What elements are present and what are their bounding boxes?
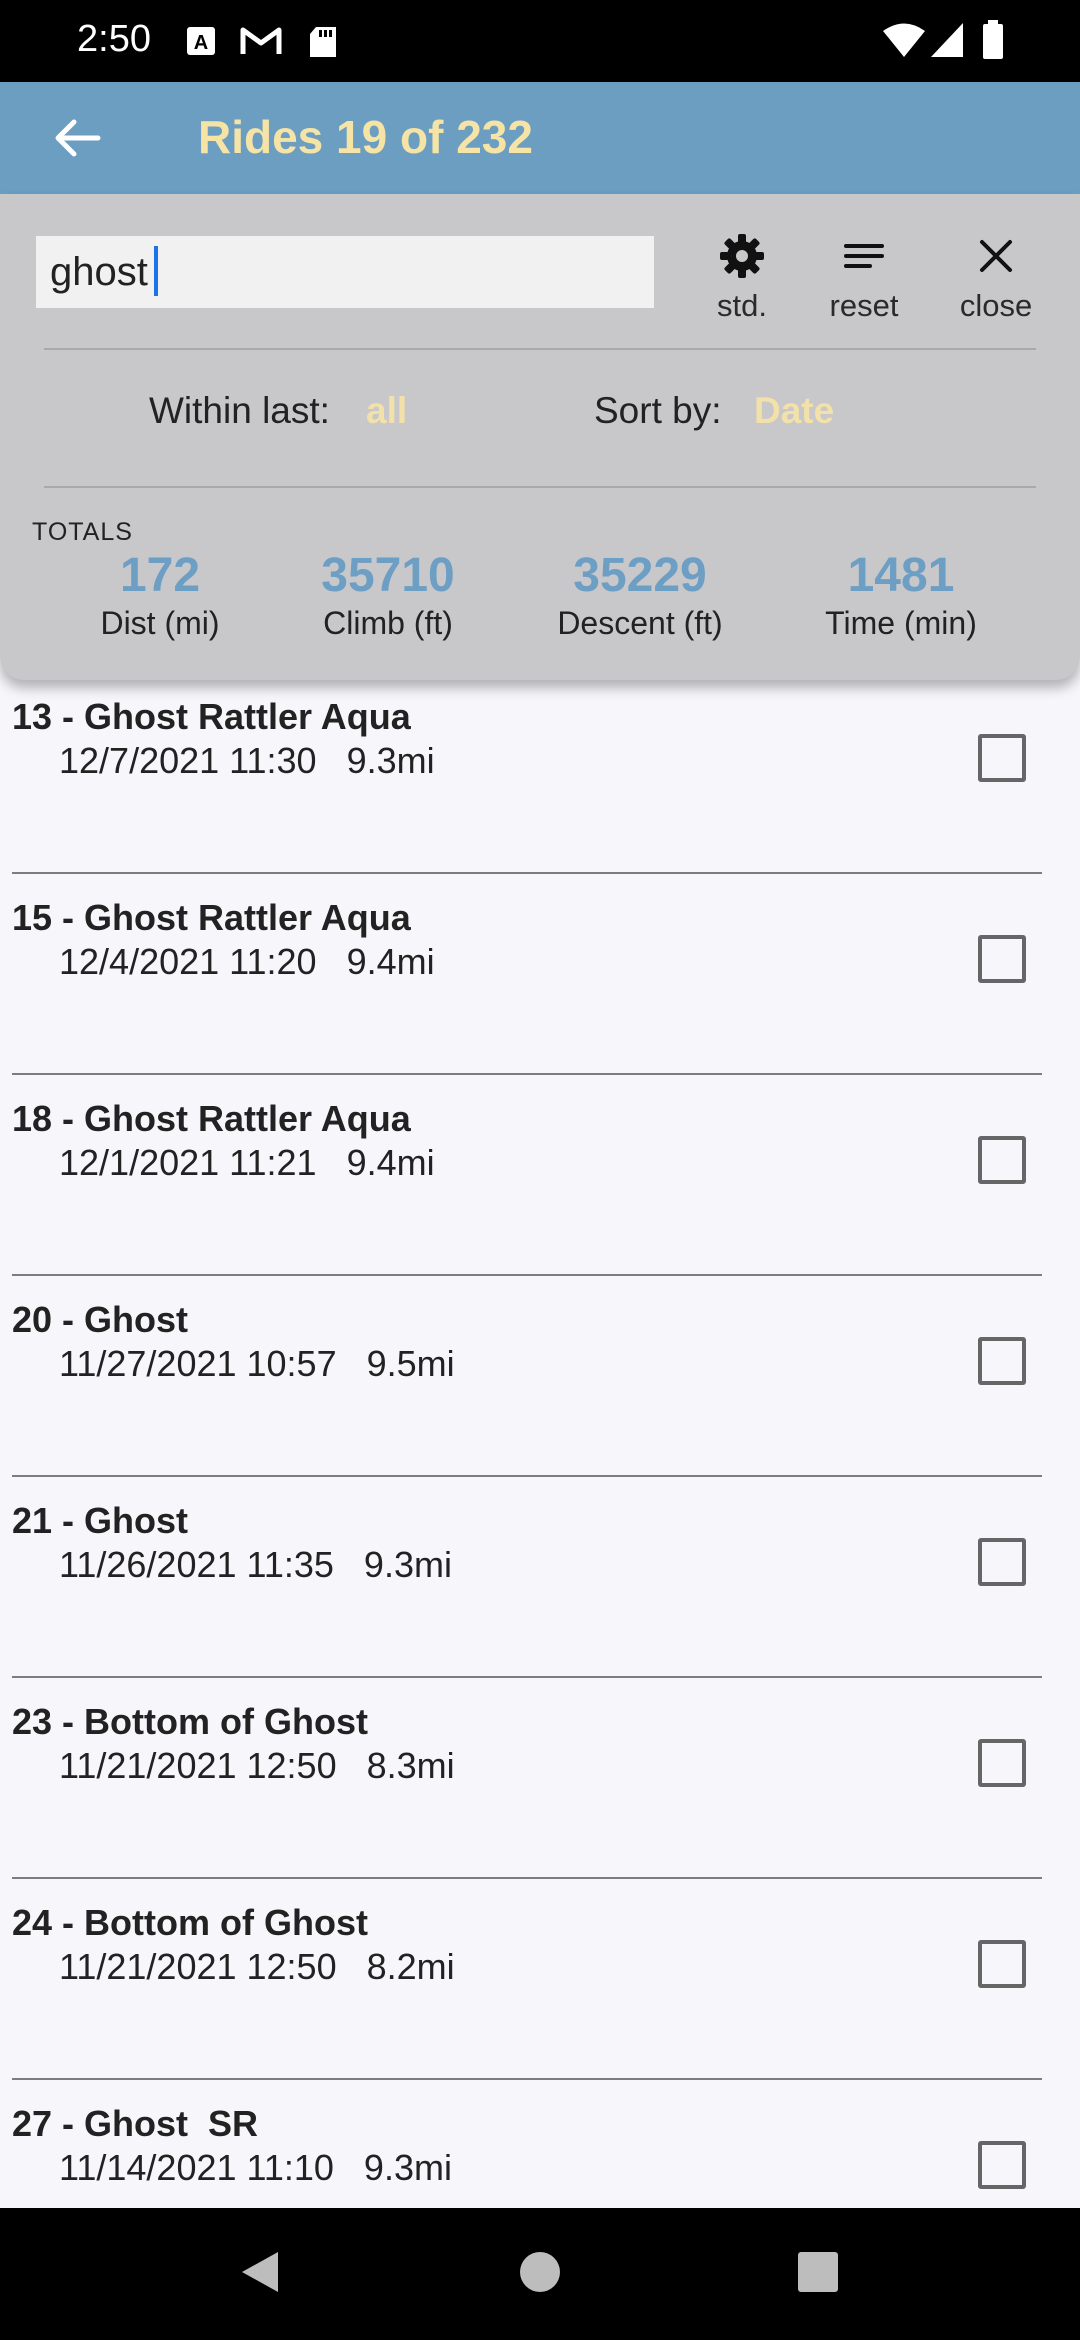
within-label: Within last: — [149, 390, 330, 431]
ride-title: 13 - Ghost Rattler Aqua — [12, 696, 411, 737]
wifi-icon — [882, 22, 926, 63]
filter-panel: std. reset close Within last: all Sort b… — [0, 194, 1080, 680]
list-item[interactable]: 21 - Ghost 11/26/2021 11:35 9.3mi — [0, 1484, 1080, 1684]
status-time: 2:50 — [77, 18, 151, 60]
within-value[interactable]: all — [366, 390, 407, 432]
ride-list[interactable]: 13 - Ghost Rattler Aqua 12/7/2021 11:30 … — [0, 680, 1080, 2208]
ride-details: 12/7/2021 11:30 9.3mi — [59, 740, 435, 781]
app-root: 2:50 A Rides 19 of 232 ghost std. reset … — [0, 0, 1080, 2340]
divider — [12, 1274, 1042, 1276]
reset-label: reset — [829, 288, 899, 323]
total-label: Time (min) — [825, 605, 977, 641]
divider — [12, 872, 1042, 874]
a-notification-icon: A — [186, 26, 216, 61]
list-item[interactable]: 18 - Ghost Rattler Aqua 12/1/2021 11:21 … — [0, 1082, 1080, 1282]
divider — [44, 348, 1036, 350]
total-label: Climb (ft) — [323, 605, 453, 641]
ride-checkbox[interactable] — [978, 2141, 1026, 2189]
status-bar: 2:50 A — [0, 0, 1080, 82]
total-climb: 35710 Climb (ft) — [288, 548, 488, 642]
ride-checkbox[interactable] — [978, 1136, 1026, 1184]
ride-title: 18 - Ghost Rattler Aqua — [12, 1098, 411, 1139]
reset-button[interactable]: reset — [804, 228, 924, 338]
ride-details: 12/1/2021 11:21 9.4mi — [59, 1142, 435, 1183]
std-label: std. — [717, 288, 767, 323]
total-value: 35710 — [321, 549, 455, 602]
total-distance: 172 Dist (mi) — [60, 548, 260, 642]
ride-details: 11/27/2021 10:57 9.5mi — [59, 1343, 455, 1384]
sort-label: Sort by: — [594, 390, 722, 431]
ride-details: 11/14/2021 11:10 9.3mi — [59, 2147, 452, 2188]
ride-checkbox[interactable] — [978, 935, 1026, 983]
ride-details: 11/21/2021 12:50 8.3mi — [59, 1745, 455, 1786]
signal-icon — [930, 22, 964, 63]
total-label: Descent (ft) — [557, 605, 723, 641]
close-label: close — [959, 288, 1033, 323]
gmail-icon — [240, 26, 282, 61]
divider — [12, 1475, 1042, 1477]
ride-title: 24 - Bottom of Ghost — [12, 1902, 368, 1943]
list-item[interactable]: 27 - Ghost SR 11/14/2021 11:10 9.3mi — [0, 2087, 1080, 2208]
std-button[interactable]: std. — [682, 228, 802, 338]
ride-title: 15 - Ghost Rattler Aqua — [12, 897, 411, 938]
battery-icon — [982, 20, 1004, 65]
back-triangle-icon — [238, 2248, 282, 2301]
close-button[interactable]: close — [936, 228, 1056, 338]
search-input[interactable] — [36, 236, 654, 308]
total-value: 35229 — [573, 549, 707, 602]
totals-title: TOTALS — [32, 518, 133, 546]
close-icon — [936, 228, 1056, 284]
list-item[interactable]: 13 - Ghost Rattler Aqua 12/7/2021 11:30 … — [0, 680, 1080, 880]
total-time: 1481 Time (min) — [796, 548, 1006, 642]
divider — [12, 2078, 1042, 2080]
nav-recents-button[interactable] — [786, 2242, 850, 2306]
list-item[interactable]: 20 - Ghost 11/27/2021 10:57 9.5mi — [0, 1283, 1080, 1483]
ride-checkbox[interactable] — [978, 1739, 1026, 1787]
ride-title: 20 - Ghost — [12, 1299, 189, 1340]
navigation-bar — [0, 2208, 1080, 2340]
nav-home-button[interactable] — [508, 2242, 572, 2306]
divider — [12, 1676, 1042, 1678]
ride-details: 12/4/2021 11:20 9.4mi — [59, 941, 435, 982]
home-circle-icon — [518, 2250, 562, 2299]
ride-details: 11/26/2021 11:35 9.3mi — [59, 1544, 452, 1585]
ride-checkbox[interactable] — [978, 1337, 1026, 1385]
divider — [44, 486, 1036, 488]
sd-card-icon — [308, 26, 338, 63]
arrow-left-icon — [54, 118, 102, 163]
recents-square-icon — [797, 2251, 839, 2298]
divider — [12, 1073, 1042, 1075]
total-descent: 35229 Descent (ft) — [530, 548, 750, 642]
list-item[interactable]: 24 - Bottom of Ghost 11/21/2021 12:50 8.… — [0, 1886, 1080, 2086]
ride-checkbox[interactable] — [978, 1940, 1026, 1988]
nav-back-button[interactable] — [228, 2242, 292, 2306]
sort-value[interactable]: Date — [754, 390, 834, 432]
total-value: 1481 — [847, 549, 955, 602]
ride-details: 11/21/2021 12:50 8.2mi — [59, 1946, 455, 1987]
ride-checkbox[interactable] — [978, 1538, 1026, 1586]
svg-text:A: A — [194, 32, 208, 54]
gear-icon — [682, 228, 802, 284]
ride-title: 27 - Ghost SR — [12, 2103, 259, 2144]
app-bar: Rides 19 of 232 — [0, 82, 1080, 194]
total-value: 172 — [119, 549, 201, 602]
ride-title: 23 - Bottom of Ghost — [12, 1701, 368, 1742]
divider — [12, 1877, 1042, 1879]
sort-lines-icon — [804, 228, 924, 284]
text-caret — [154, 246, 158, 296]
ride-checkbox[interactable] — [978, 734, 1026, 782]
back-button[interactable] — [40, 102, 116, 178]
list-item[interactable]: 23 - Bottom of Ghost 11/21/2021 12:50 8.… — [0, 1685, 1080, 1885]
list-item[interactable]: 15 - Ghost Rattler Aqua 12/4/2021 11:20 … — [0, 881, 1080, 1081]
page-title: Rides 19 of 232 — [198, 111, 533, 163]
ride-title: 21 - Ghost — [12, 1500, 189, 1541]
total-label: Dist (mi) — [100, 605, 220, 641]
